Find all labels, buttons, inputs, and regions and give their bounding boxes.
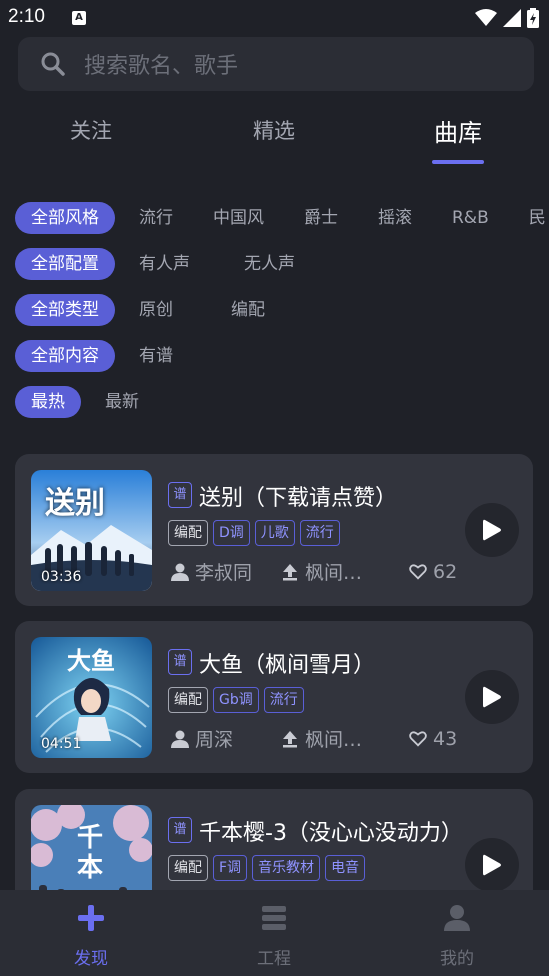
- song-tag: D调: [213, 520, 250, 546]
- notification-icon: A: [72, 11, 86, 25]
- person-icon: [444, 905, 470, 931]
- filter-chip[interactable]: 全部类型: [15, 294, 115, 326]
- song-title: 大鱼（枫间雪月）: [199, 653, 376, 678]
- upload-icon: [283, 730, 297, 747]
- wifi-icon: [475, 9, 497, 26]
- search-icon: [41, 52, 65, 76]
- filter-chip[interactable]: 民: [513, 202, 549, 234]
- filter-chip[interactable]: 摇滚: [362, 202, 428, 234]
- stack-icon: [262, 906, 286, 930]
- heart-icon[interactable]: [409, 563, 427, 581]
- song-meta: 周深 枫间… 43: [171, 725, 457, 752]
- status-icons: [475, 8, 539, 28]
- top-tabs: 关注 精选 曲库: [0, 108, 549, 168]
- filter-chip[interactable]: R&B: [436, 202, 505, 234]
- song-duration: 03:36: [41, 569, 82, 585]
- cover-title: 千本: [77, 823, 104, 883]
- filter-row-type: 全部类型 原创 编配: [15, 294, 289, 326]
- bottom-nav: 发现 工程 我的: [0, 890, 549, 976]
- song-duration: 04:51: [41, 736, 82, 752]
- plus-icon: [78, 905, 104, 931]
- play-button[interactable]: [465, 838, 519, 892]
- filter-chip[interactable]: 流行: [123, 202, 189, 234]
- play-icon: [483, 686, 501, 708]
- status-bar: 2:10 A: [0, 0, 549, 36]
- song-uploader: 枫间…: [305, 562, 363, 584]
- filter-chip[interactable]: 编配: [215, 294, 281, 326]
- song-title: 千本樱-3（没心心没动力）: [199, 821, 463, 846]
- song-tags: 编配 D调 儿歌 流行: [168, 520, 340, 546]
- status-time: 2:10: [8, 6, 45, 27]
- cover-title: 大鱼: [67, 646, 115, 675]
- song-tag: F调: [213, 855, 248, 881]
- filter-chip[interactable]: 原创: [123, 294, 189, 326]
- song-tag: 流行: [299, 520, 340, 546]
- nav-label: 发现: [74, 949, 108, 969]
- song-tag: Gb调: [213, 687, 259, 713]
- search-input[interactable]: 搜索歌名、歌手: [84, 48, 238, 80]
- filter-row-config: 全部配置 有人声 无人声: [15, 248, 319, 280]
- song-card[interactable]: 送别 03:36 谱 送别（下载请点赞） 编配 D调 儿歌 流行 李叔同 枫间……: [15, 454, 533, 606]
- filter-chip[interactable]: 无人声: [228, 248, 311, 280]
- filter-chip[interactable]: 全部配置: [15, 248, 115, 280]
- search-bar[interactable]: 搜索歌名、歌手: [18, 37, 534, 91]
- active-tab-indicator: [432, 160, 484, 164]
- song-tag: 编配: [168, 855, 208, 881]
- score-badge: 谱: [168, 817, 192, 843]
- nav-label: 工程: [257, 949, 291, 969]
- filter-chip[interactable]: 全部内容: [15, 340, 115, 372]
- song-tag: 编配: [168, 687, 208, 713]
- play-icon: [483, 854, 501, 876]
- song-tag: 流行: [263, 687, 304, 713]
- person-icon: [171, 730, 189, 748]
- filter-chip[interactable]: 中国风: [197, 202, 280, 234]
- song-tag: 音乐教材: [252, 855, 321, 881]
- filter-chip[interactable]: 最热: [15, 386, 81, 418]
- nav-item-projects[interactable]: 工程: [204, 890, 344, 976]
- nav-item-me[interactable]: 我的: [387, 890, 527, 976]
- play-icon: [483, 519, 501, 541]
- score-badge: 谱: [168, 649, 192, 675]
- battery-icon: [527, 8, 539, 28]
- song-likes: 62: [433, 560, 458, 583]
- play-button[interactable]: [465, 503, 519, 557]
- person-icon: [171, 563, 189, 581]
- filter-chip[interactable]: 有人声: [123, 248, 206, 280]
- cover-title: 送别: [45, 486, 105, 521]
- song-tags: 编配 Gb调 流行: [168, 687, 304, 713]
- filter-chip[interactable]: 最新: [89, 386, 155, 418]
- song-tag: 电音: [325, 855, 366, 881]
- song-author: 周深: [195, 729, 234, 751]
- play-button[interactable]: [465, 670, 519, 724]
- heart-icon[interactable]: [409, 730, 427, 748]
- filter-row-content: 全部内容 有谱: [15, 340, 197, 372]
- song-title: 送别（下载请点赞）: [199, 486, 398, 511]
- filter-chip[interactable]: 有谱: [123, 340, 189, 372]
- upload-icon: [283, 563, 297, 580]
- tab-following[interactable]: 关注: [21, 115, 161, 145]
- nav-label: 我的: [440, 949, 474, 969]
- song-tag: 儿歌: [254, 520, 295, 546]
- tab-featured[interactable]: 精选: [204, 115, 344, 145]
- nav-item-discover[interactable]: 发现: [21, 890, 161, 976]
- song-meta: 李叔同 枫间… 62: [171, 558, 457, 585]
- song-tags: 编配 F调 音乐教材 电音: [168, 855, 366, 881]
- song-likes: 43: [433, 727, 458, 750]
- song-author: 李叔同: [195, 562, 253, 584]
- filter-chip[interactable]: 爵士: [288, 202, 354, 234]
- song-cover: 送别 03:36: [31, 470, 152, 591]
- tab-library[interactable]: 曲库: [388, 113, 528, 148]
- filter-row-style: 全部风格 流行 中国风 爵士 摇滚 R&B 民: [15, 202, 549, 234]
- song-cover: 大鱼 04:51: [31, 637, 152, 758]
- filter-chip[interactable]: 全部风格: [15, 202, 115, 234]
- filter-row-sort: 最热 最新: [15, 386, 163, 418]
- score-badge: 谱: [168, 482, 192, 508]
- song-tag: 编配: [168, 520, 208, 546]
- song-card[interactable]: 大鱼 04:51 谱 大鱼（枫间雪月） 编配 Gb调 流行 周深 枫间… 43: [15, 621, 533, 773]
- signal-icon: [503, 9, 521, 27]
- song-uploader: 枫间…: [305, 729, 363, 751]
